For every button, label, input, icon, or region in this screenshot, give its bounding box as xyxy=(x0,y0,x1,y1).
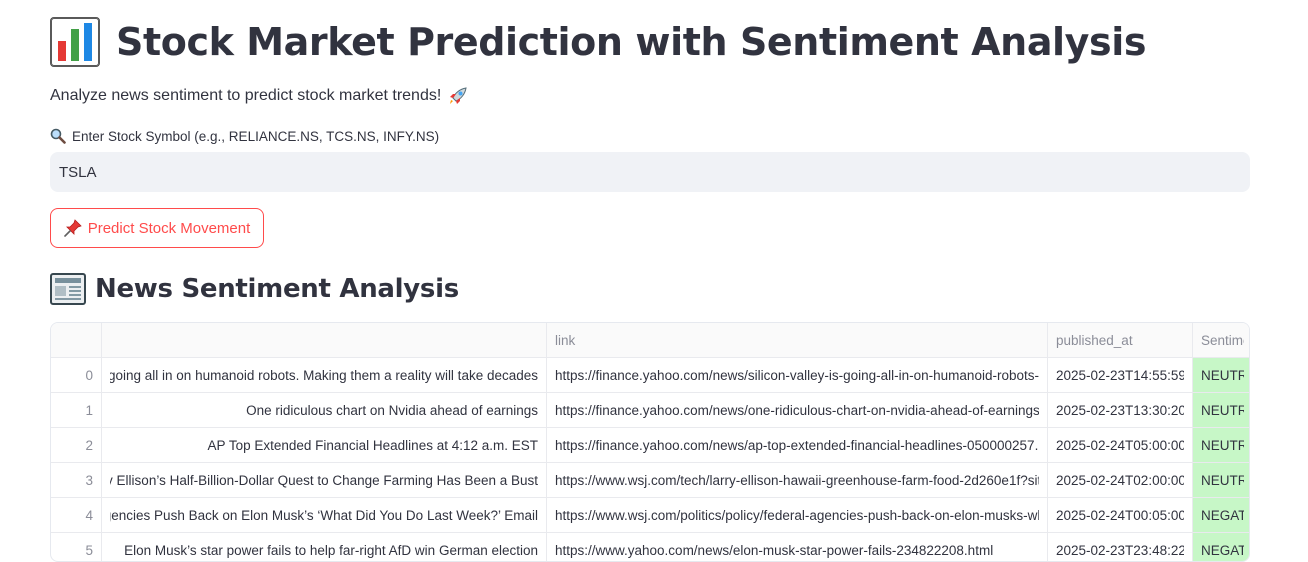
column-header-title[interactable] xyxy=(102,323,547,358)
column-header-sentiment[interactable]: Sentiment xyxy=(1193,323,1249,358)
sentiment-cell[interactable]: NEUTRAL xyxy=(1193,358,1249,393)
row-index: 2 xyxy=(51,428,102,463)
sentiment-cell[interactable]: NEGATIVE xyxy=(1193,533,1249,561)
predict-stock-button[interactable]: Predict Stock Movement xyxy=(50,208,264,248)
published-at-cell[interactable]: 2025-02-23T13:30:20Z xyxy=(1048,393,1193,428)
published-at-cell[interactable]: 2025-02-24T00:05:00Z xyxy=(1048,498,1193,533)
link-cell[interactable]: https://www.wsj.com/politics/policy/fede… xyxy=(547,498,1048,533)
row-index: 0 xyxy=(51,358,102,393)
news-section-title-text: News Sentiment Analysis xyxy=(95,274,459,304)
sentiment-cell[interactable]: NEUTRAL xyxy=(1193,428,1249,463)
link-cell[interactable]: https://finance.yahoo.com/news/one-ridic… xyxy=(547,393,1048,428)
page-title-text: Stock Market Prediction with Sentiment A… xyxy=(116,20,1147,64)
newspaper-icon xyxy=(50,273,86,305)
link-cell[interactable]: https://www.wsj.com/tech/larry-ellison-h… xyxy=(547,463,1048,498)
table-row[interactable]: 2 AP Top Extended Financial Headlines at… xyxy=(51,428,1249,463)
row-index: 1 xyxy=(51,393,102,428)
column-header-link[interactable]: link xyxy=(547,323,1048,358)
published-at-cell[interactable]: 2025-02-23T23:48:22Z xyxy=(1048,533,1193,561)
table-row[interactable]: 1 One ridiculous chart on Nvidia ahead o… xyxy=(51,393,1249,428)
sentiment-cell[interactable]: NEUTRAL xyxy=(1193,393,1249,428)
sentiment-cell[interactable]: NEGATIVE xyxy=(1193,498,1249,533)
row-index: 5 xyxy=(51,533,102,561)
magnifying-glass-icon xyxy=(50,128,66,144)
published-at-cell[interactable]: 2025-02-23T14:55:59Z xyxy=(1048,358,1193,393)
bar-chart-icon xyxy=(50,17,100,67)
page-title: Stock Market Prediction with Sentiment A… xyxy=(50,14,1147,70)
table-row[interactable]: 0 Silicon Valley is going all in on huma… xyxy=(51,358,1249,393)
title-cell[interactable]: AP Top Extended Financial Headlines at 4… xyxy=(102,428,547,463)
title-cell[interactable]: Larry Ellison’s Half-Billion-Dollar Ques… xyxy=(102,463,547,498)
title-cell[interactable]: Elon Musk’s star power fails to help far… xyxy=(102,533,547,561)
table-row[interactable]: 5 Elon Musk’s star power fails to help f… xyxy=(51,533,1249,561)
row-index: 3 xyxy=(51,463,102,498)
link-cell[interactable]: https://www.yahoo.com/news/elon-musk-sta… xyxy=(547,533,1048,561)
column-header-index[interactable] xyxy=(51,323,102,358)
table-row[interactable]: 4 Federal Agencies Push Back on Elon Mus… xyxy=(51,498,1249,533)
published-at-cell[interactable]: 2025-02-24T02:00:00Z xyxy=(1048,463,1193,498)
title-cell[interactable]: Federal Agencies Push Back on Elon Musk’… xyxy=(102,498,547,533)
link-cell[interactable]: https://finance.yahoo.com/news/ap-top-ex… xyxy=(547,428,1048,463)
news-section-title: News Sentiment Analysis xyxy=(50,272,459,306)
symbol-input-label-text: Enter Stock Symbol (e.g., RELIANCE.NS, T… xyxy=(72,128,440,144)
sentiment-cell[interactable]: NEUTRAL xyxy=(1193,463,1249,498)
link-cell[interactable]: https://finance.yahoo.com/news/silicon-v… xyxy=(547,358,1048,393)
page-subtitle: Analyze news sentiment to predict stock … xyxy=(50,84,469,108)
subtitle-text: Analyze news sentiment to predict stock … xyxy=(50,87,442,104)
row-index: 4 xyxy=(51,498,102,533)
table-header-row: link published_at Sentiment xyxy=(51,323,1249,358)
symbol-input-label: Enter Stock Symbol (e.g., RELIANCE.NS, T… xyxy=(50,126,439,146)
stock-symbol-input[interactable] xyxy=(50,152,1250,192)
title-cell[interactable]: One ridiculous chart on Nvidia ahead of … xyxy=(102,393,547,428)
published-at-cell[interactable]: 2025-02-24T05:00:00Z xyxy=(1048,428,1193,463)
pushpin-icon xyxy=(63,219,82,237)
rocket-icon xyxy=(450,87,467,104)
title-cell[interactable]: Silicon Valley is going all in on humano… xyxy=(102,358,547,393)
predict-stock-button-label: Predict Stock Movement xyxy=(87,219,251,237)
table-row[interactable]: 3 Larry Ellison’s Half-Billion-Dollar Qu… xyxy=(51,463,1249,498)
news-sentiment-table[interactable]: link published_at Sentiment 0 Silicon Va… xyxy=(50,322,1250,562)
column-header-published-at[interactable]: published_at xyxy=(1048,323,1193,358)
